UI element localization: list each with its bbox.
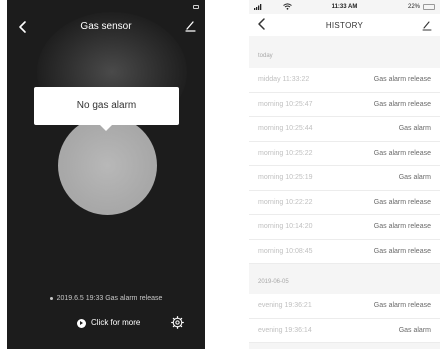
row-event: Gas alarm release xyxy=(373,149,431,157)
row-event: Gas alarm xyxy=(398,174,431,182)
row-event: Gas alarm release xyxy=(373,76,431,84)
last-event-label: 2019.6.5 19:33 Gas alarm release xyxy=(56,295,163,302)
row-event: Gas alarm release xyxy=(373,302,431,310)
more-button-label: Click for more xyxy=(91,318,141,327)
row-time: morning 10:25:47 xyxy=(258,100,313,108)
battery-icon xyxy=(193,5,199,9)
row-time: evening 19:36:14 xyxy=(258,326,312,334)
history-row[interactable]: evening 19:36:21 Gas alarm release xyxy=(249,294,440,319)
section-header-today: today xyxy=(258,53,273,59)
history-list-today: midday 11:33:22 Gas alarm release mornin… xyxy=(249,68,440,264)
row-time: morning 10:25:19 xyxy=(258,174,313,182)
row-time: midday 11:33:22 xyxy=(258,76,310,84)
battery-percentage: 22% xyxy=(407,4,420,10)
battery-icon xyxy=(423,4,435,10)
click-for-more-button[interactable]: Click for more xyxy=(77,316,140,330)
row-time: morning 10:25:22 xyxy=(258,149,313,157)
row-time: morning 10:22:22 xyxy=(258,198,313,206)
section-header-date: 2019-06-05 xyxy=(258,279,289,285)
gear-icon[interactable] xyxy=(171,316,184,329)
history-row[interactable]: morning 10:22:22 Gas alarm release xyxy=(249,190,440,215)
navigation-bar: HISTORY xyxy=(249,14,440,36)
bullet-icon xyxy=(49,296,53,300)
history-row[interactable]: morning 10:25:22 Gas alarm release xyxy=(249,141,440,166)
history-row[interactable]: morning 10:08:45 Gas alarm release xyxy=(249,239,440,264)
play-circle-icon xyxy=(77,318,86,328)
history-row[interactable]: morning 10:14:20 Gas alarm release xyxy=(249,215,440,240)
row-time: evening 19:36:21 xyxy=(258,302,312,310)
row-event: Gas alarm xyxy=(398,326,431,334)
history-row[interactable]: morning 10:25:44 Gas alarm xyxy=(249,117,440,142)
row-time: morning 10:08:45 xyxy=(258,247,313,255)
last-event-text: 2019.6.5 19:33 Gas alarm release xyxy=(7,295,205,302)
history-row[interactable]: evening 19:36:14 Gas alarm xyxy=(249,318,440,343)
row-time: morning 10:25:44 xyxy=(258,125,313,133)
history-row[interactable]: morning 10:25:47 Gas alarm release xyxy=(249,92,440,117)
row-event: Gas alarm xyxy=(398,125,431,133)
page-title: HISTORY xyxy=(325,21,364,30)
history-screen: 11:33 AM 22% HISTORY today midday 11:33:… xyxy=(249,0,440,349)
edit-pencil-icon[interactable] xyxy=(421,20,432,31)
row-event: Gas alarm release xyxy=(373,100,431,108)
page-title: Gas sensor xyxy=(80,21,132,32)
row-event: Gas alarm release xyxy=(373,247,431,255)
history-row[interactable]: midday 11:33:22 Gas alarm release xyxy=(249,68,440,93)
history-row[interactable]: morning 10:25:19 Gas alarm xyxy=(249,166,440,191)
status-bar: 11:33 AM 22% xyxy=(249,0,440,14)
popup-pointer xyxy=(99,124,113,131)
row-event: Gas alarm release xyxy=(373,198,431,206)
row-time: morning 10:14:20 xyxy=(258,223,313,231)
edit-pencil-icon[interactable] xyxy=(183,19,197,33)
gas-sensor-screen: Gas sensor No gas alarm 2019.6.5 19:33 G… xyxy=(7,0,205,349)
history-list-date: evening 19:36:21 Gas alarm release eveni… xyxy=(249,294,440,343)
row-event: Gas alarm release xyxy=(373,223,431,231)
status-popup: No gas alarm xyxy=(34,87,179,125)
